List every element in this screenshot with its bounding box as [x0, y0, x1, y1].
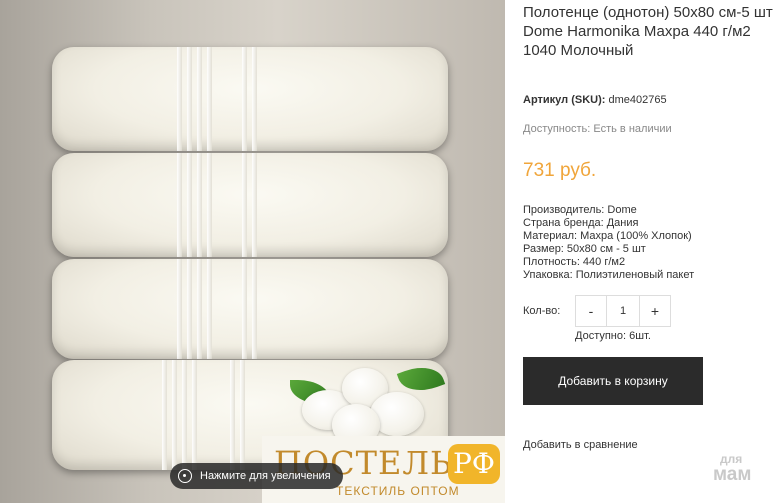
- add-to-cart-button[interactable]: Добавить в корзину: [523, 357, 703, 405]
- product-image[interactable]: ПОСТЕЛЬ РФ ТЕКСТИЛЬ ОПТОМ Нажмите для ув…: [0, 0, 505, 503]
- availability-label: Доступность:: [523, 123, 591, 135]
- product-title: Полотенце (однотон) 50x80 см-5 шт Dome H…: [523, 4, 773, 59]
- add-to-compare-link[interactable]: Добавить в сравнение: [523, 439, 638, 451]
- product-price: 731 руб.: [523, 160, 597, 181]
- sku-row: Артикул (SKU): dme402765: [523, 94, 667, 106]
- spec-line: Производитель: Dome: [523, 204, 637, 216]
- stock-available: Доступно: 6шт.: [575, 330, 651, 342]
- spec-line: Материал: Махра (100% Хлопок): [523, 230, 692, 242]
- availability-value: Есть в наличии: [593, 123, 672, 135]
- quantity-label: Кол-во:: [523, 305, 561, 317]
- quantity-input[interactable]: 1: [607, 295, 639, 327]
- spec-line: Упаковка: Полиэтиленовый пакет: [523, 269, 695, 281]
- towel: [52, 259, 448, 359]
- logo-subtitle: ТЕКСТИЛЬ ОПТОМ: [336, 484, 460, 498]
- product-specs: Производитель: Dome Страна бренда: Дания…: [523, 204, 694, 282]
- decrement-button[interactable]: -: [575, 295, 607, 327]
- zoom-label: Нажмите для увеличения: [200, 470, 331, 482]
- availability-row: Доступность: Есть в наличии: [523, 123, 672, 135]
- logo-badge: РФ: [448, 444, 500, 484]
- zoom-hint[interactable]: Нажмите для увеличения: [170, 463, 343, 489]
- watermark-line2: мам: [713, 464, 752, 485]
- increment-button[interactable]: +: [639, 295, 671, 327]
- watermark: для мам: [713, 452, 752, 485]
- spec-line: Плотность: 440 г/м2: [523, 256, 626, 268]
- towel: [52, 47, 448, 151]
- towel: [52, 153, 448, 257]
- zoom-icon: [178, 469, 192, 483]
- quantity-stepper: - 1 +: [575, 295, 671, 327]
- spec-line: Страна бренда: Дания: [523, 217, 639, 229]
- spec-line: Размер: 50x80 см - 5 шт: [523, 243, 646, 255]
- sku-value: dme402765: [608, 94, 667, 106]
- sku-label: Артикул (SKU):: [523, 94, 606, 106]
